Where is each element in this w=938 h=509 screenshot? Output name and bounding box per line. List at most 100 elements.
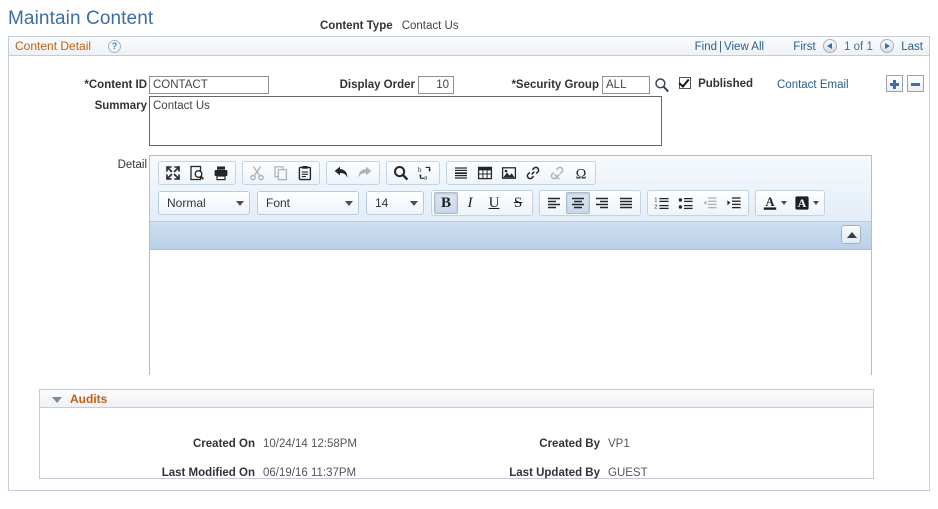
text-color-button[interactable]: A xyxy=(758,192,790,214)
content-type-field: Content Type Contact Us xyxy=(320,20,459,32)
audits-section: Audits Created On 10/24/14 12:58PM Last … xyxy=(39,389,874,479)
view-all-link[interactable]: View All xyxy=(724,41,764,53)
grid-navigation: Find | View All First 1 of 1 Last xyxy=(695,39,923,53)
last-modified-on-label: Last Modified On xyxy=(161,467,255,479)
display-order-label: Display Order xyxy=(339,79,415,91)
svg-text:A: A xyxy=(765,195,774,209)
content-detail-title: Content Detail xyxy=(15,39,92,53)
rich-text-editor: b a Ω Normal Font 14 B I U S 1 2 A A xyxy=(149,155,872,379)
delete-row-button[interactable] xyxy=(907,75,924,92)
svg-text:2: 2 xyxy=(654,205,657,211)
nav-separator: | xyxy=(719,41,723,53)
link-icon[interactable] xyxy=(521,162,545,184)
decrease-indent-icon[interactable] xyxy=(698,192,722,214)
undo-icon[interactable] xyxy=(329,162,353,184)
font-family-value: Font xyxy=(266,196,291,210)
help-icon[interactable]: ? xyxy=(108,40,121,53)
align-left-icon[interactable] xyxy=(542,192,566,214)
strikethrough-button[interactable]: S xyxy=(506,192,530,214)
special-character-icon[interactable]: Ω xyxy=(569,162,593,184)
toolbar-group-clipboard xyxy=(242,161,320,185)
paragraph-style-dropdown[interactable]: Normal xyxy=(158,191,250,215)
created-by-label: Created By xyxy=(539,438,600,450)
increase-indent-icon[interactable] xyxy=(722,192,746,214)
published-checkbox-box[interactable] xyxy=(679,77,691,89)
content-id-input[interactable] xyxy=(149,76,269,94)
numbered-list-icon[interactable]: 1 2 xyxy=(650,192,674,214)
editor-toolbar-band xyxy=(150,222,871,250)
add-row-button[interactable] xyxy=(886,75,903,92)
chevron-down-icon xyxy=(410,200,418,206)
content-type-value: Contact Us xyxy=(401,20,459,32)
first-link[interactable]: First xyxy=(793,41,815,53)
align-justify-icon[interactable] xyxy=(614,192,638,214)
lookup-search-icon[interactable] xyxy=(654,77,670,93)
field-row-1: *Content ID Display Order *Security Grou… xyxy=(9,75,929,97)
toolbar-group-insert: Ω xyxy=(446,161,596,185)
strikethrough-letter: S xyxy=(513,195,523,211)
collapse-caret-icon[interactable] xyxy=(52,397,62,403)
maintain-content-page: Maintain Content Content Type Contact Us… xyxy=(0,0,938,509)
security-group-input[interactable] xyxy=(602,76,650,94)
italic-button[interactable]: I xyxy=(458,192,482,214)
image-icon[interactable] xyxy=(497,162,521,184)
page-count: 1 of 1 xyxy=(844,41,873,53)
last-updated-by-value: GUEST xyxy=(608,467,648,479)
chevron-down-icon xyxy=(236,200,244,206)
last-modified-on-value: 06/19/16 11:37PM xyxy=(263,467,357,479)
redo-icon[interactable] xyxy=(353,162,377,184)
font-size-value: 14 xyxy=(375,196,389,210)
content-type-label: Content Type xyxy=(320,20,393,32)
content-detail-header: Content Detail ? Find | View All First 1 o… xyxy=(9,37,929,56)
paste-icon[interactable] xyxy=(293,162,317,184)
chevron-down-icon xyxy=(813,201,819,205)
font-size-dropdown[interactable]: 14 xyxy=(366,191,424,215)
editor-body[interactable] xyxy=(150,250,871,379)
background-color-button[interactable]: A xyxy=(790,192,822,214)
svg-text:b: b xyxy=(418,166,422,174)
svg-text:a: a xyxy=(424,174,428,182)
editor-toolbar: b a Ω Normal Font 14 B I U S 1 2 A A xyxy=(150,156,871,222)
published-checkbox[interactable]: Published xyxy=(679,77,753,90)
next-page-icon[interactable] xyxy=(880,39,895,53)
underline-button[interactable]: U xyxy=(482,192,506,214)
svg-text:1: 1 xyxy=(654,197,657,203)
collapse-toolbar-button[interactable] xyxy=(841,225,861,244)
horizontal-rule-icon[interactable] xyxy=(449,162,473,184)
contact-email-link[interactable]: Contact Email xyxy=(777,79,849,91)
bold-letter: B xyxy=(440,195,451,211)
table-icon[interactable] xyxy=(473,162,497,184)
page-title: Maintain Content xyxy=(8,8,154,29)
find-icon[interactable] xyxy=(389,162,413,184)
created-on-label: Created On xyxy=(193,438,255,450)
audits-header[interactable]: Audits xyxy=(40,390,873,408)
last-link[interactable]: Last xyxy=(901,41,923,53)
toolbar-group-align xyxy=(539,190,641,216)
previous-page-icon[interactable] xyxy=(822,39,837,53)
toolbar-row-1: b a Ω xyxy=(154,159,867,187)
summary-label: Summary xyxy=(94,100,147,112)
summary-textarea[interactable] xyxy=(149,96,662,146)
toolbar-group-search: b a xyxy=(386,161,440,185)
preview-icon[interactable] xyxy=(185,162,209,184)
display-order-input[interactable] xyxy=(418,76,454,94)
cut-icon[interactable] xyxy=(245,162,269,184)
chevron-down-icon xyxy=(781,201,787,205)
maximize-icon[interactable] xyxy=(161,162,185,184)
font-family-dropdown[interactable]: Font xyxy=(257,191,359,215)
print-icon[interactable] xyxy=(209,162,233,184)
unlink-icon[interactable] xyxy=(545,162,569,184)
align-right-icon[interactable] xyxy=(590,192,614,214)
pager: First 1 of 1 Last xyxy=(793,39,923,53)
toolbar-group-format: B I U S xyxy=(431,190,533,216)
copy-icon[interactable] xyxy=(269,162,293,184)
content-id-label: *Content ID xyxy=(84,79,147,91)
bulleted-list-icon[interactable] xyxy=(674,192,698,214)
security-group-label: *Security Group xyxy=(511,79,599,91)
bold-button[interactable]: B xyxy=(434,192,458,214)
created-by-value: VP1 xyxy=(608,438,630,450)
find-link[interactable]: Find xyxy=(695,41,717,53)
content-detail-groupbox: Content Detail ? Find | View All First 1 o… xyxy=(8,36,930,491)
replace-icon[interactable]: b a xyxy=(413,162,437,184)
align-center-icon[interactable] xyxy=(566,192,590,214)
